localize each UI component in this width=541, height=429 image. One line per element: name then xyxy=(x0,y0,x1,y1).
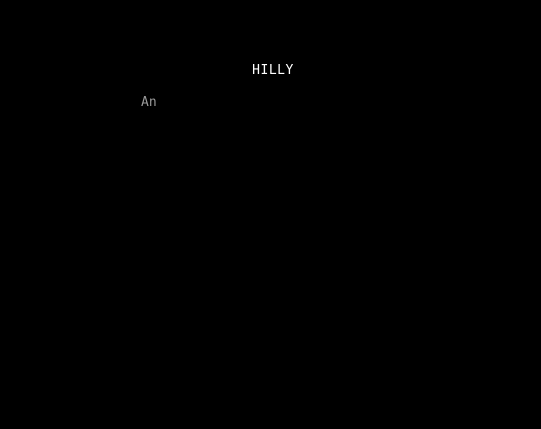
text-screen: HILLY An xyxy=(0,0,541,429)
screen-title: HILLY xyxy=(252,63,294,78)
text-line: An xyxy=(141,95,157,110)
